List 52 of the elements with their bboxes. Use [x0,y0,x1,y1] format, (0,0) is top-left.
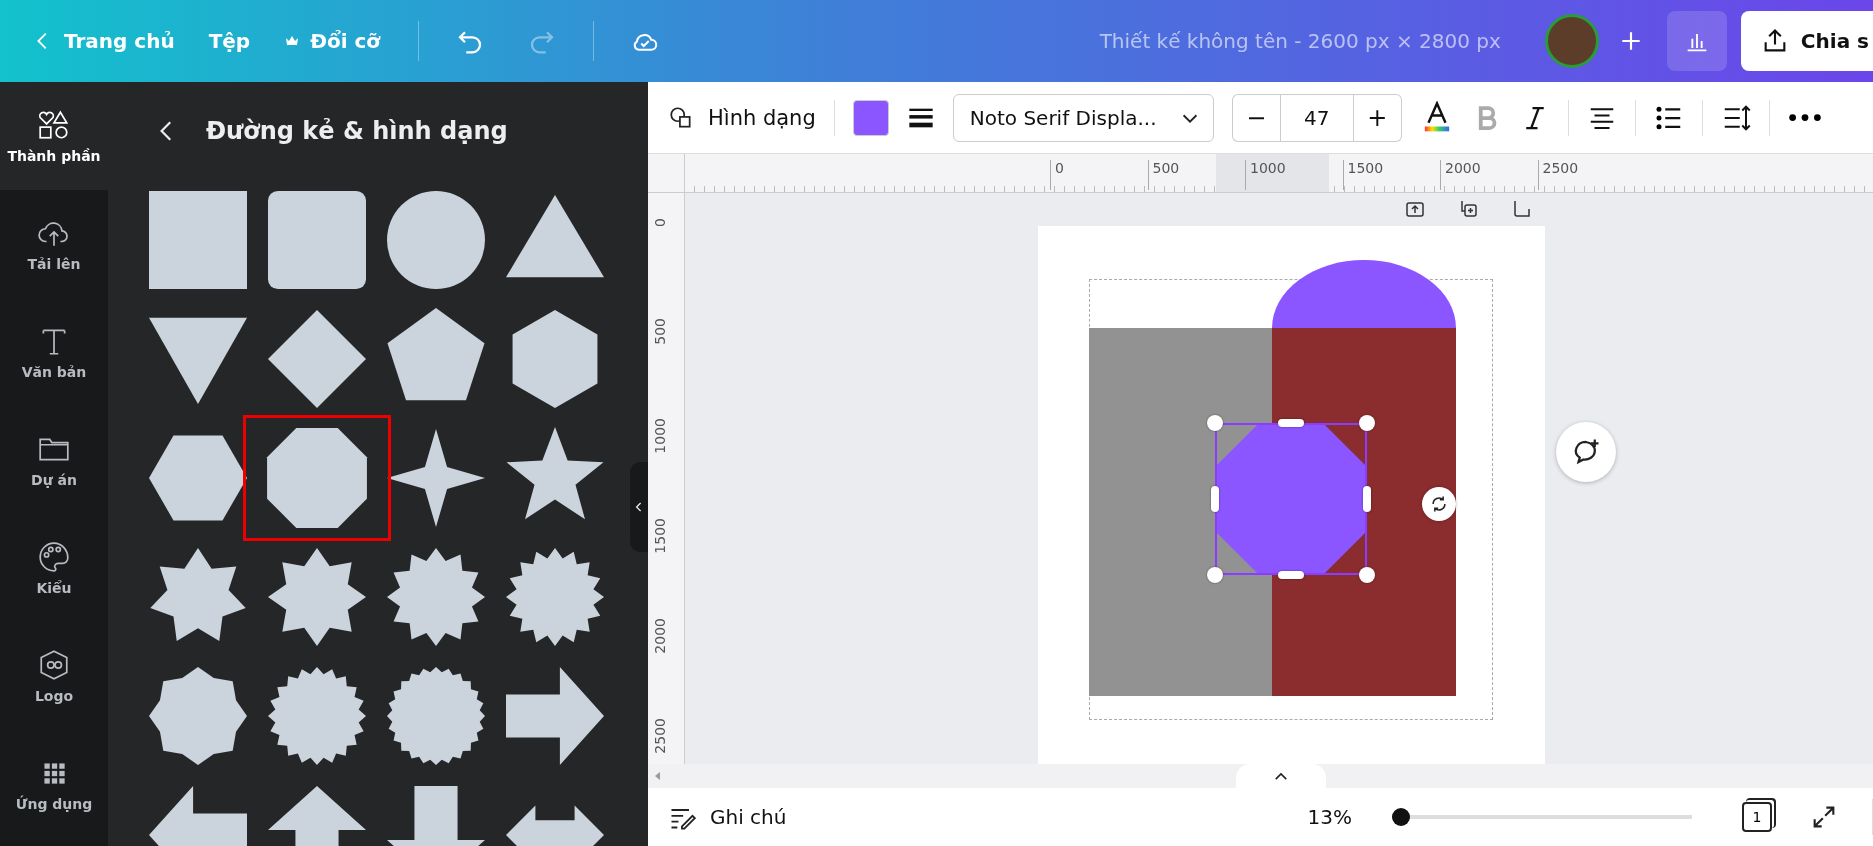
octagon-shape-icon [265,426,369,530]
ruler-label: 2000 [652,618,668,654]
ruler-label: 500 [1147,160,1180,190]
rounded-square-shape-icon [268,188,366,292]
rotate-icon [1429,494,1449,514]
shapes-icon [668,104,694,131]
user-avatar[interactable] [1544,14,1599,68]
ruler-label: 1000 [652,418,668,454]
font-dropdown[interactable]: Noto Serif Displa... [952,93,1214,142]
collapse-panel-handle[interactable] [630,462,648,552]
zoom-slider-thumb[interactable] [1392,808,1410,826]
ruler-label: 0 [1050,160,1064,190]
insights-button[interactable] [1666,11,1727,71]
chevron-left-icon [635,500,643,514]
star-8-blunt-shape-icon [149,664,247,768]
duplicate-page-icon[interactable] [1458,199,1480,219]
ruler-label: 1500 [1342,160,1384,190]
increase-size-button[interactable]: + [1353,93,1402,142]
zoom-percentage[interactable]: 13% [1307,805,1352,829]
ruler-label: 2500 [652,718,668,754]
more-icon[interactable] [1787,113,1822,122]
shapes-icon [37,108,71,142]
square-shape-icon [149,188,247,292]
ruler-label: 500 [652,318,668,345]
page-up-icon[interactable] [1405,199,1425,219]
sidebar-item[interactable]: Thành phần [0,82,108,190]
shape-composition-drawing[interactable] [1089,260,1456,696]
palette-icon [37,540,71,574]
resize-handle[interactable] [1363,486,1371,512]
add-comment-button[interactable] [1556,422,1616,482]
hexagon-logo-icon [37,648,71,682]
ruler-label: 2000 [1440,160,1481,190]
shape-option[interactable] [243,415,391,541]
shape-type-button[interactable]: Hình dạng [668,104,816,131]
burst-24-shape-icon [387,664,485,768]
fill-color-swatch[interactable] [852,99,889,136]
resize-handle[interactable] [1278,419,1304,427]
diamond-shape-icon [268,307,366,411]
circle-shape-icon [387,188,485,292]
chevron-up-icon [1274,771,1288,781]
font-size-field[interactable]: 47 [1279,93,1354,142]
resize-handle[interactable] [1211,486,1219,512]
ruler-label: 0 [652,218,668,227]
decrease-size-button[interactable]: − [1231,93,1280,142]
ruler-label: 1500 [652,518,668,554]
ruler-label: 2500 [1537,160,1579,190]
resize-handle[interactable] [1278,571,1304,579]
panel-title: Đường kẻ & hình dạng [206,117,508,145]
ruler-label: 1000 [1245,160,1286,190]
notes-button[interactable]: Ghi chú [668,803,787,831]
add-page-icon[interactable] [1512,199,1532,219]
share-button[interactable]: Chia s [1740,11,1873,71]
